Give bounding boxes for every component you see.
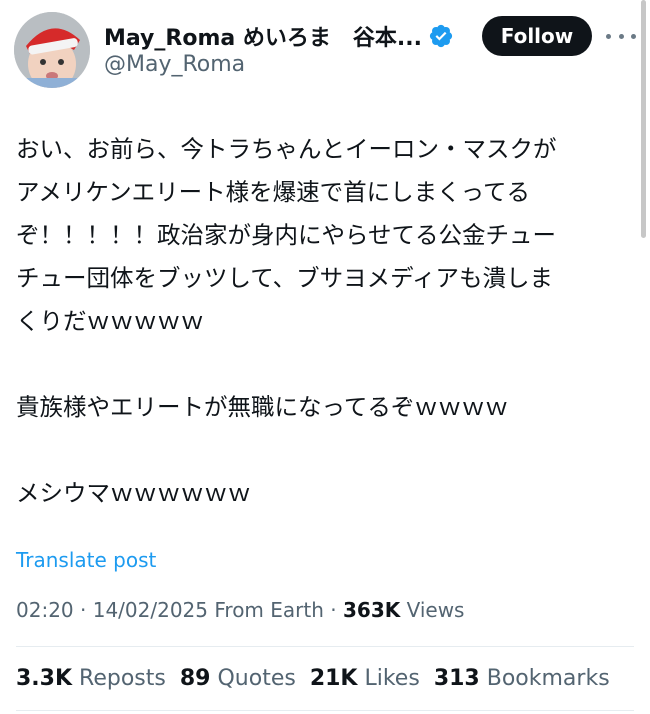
quotes-label: Quotes [217,666,296,691]
bookmarks-label: Bookmarks [486,666,610,691]
post-line: くりだｗｗｗｗｗ [16,307,204,335]
quotes-count: 89 [179,666,211,691]
post-line: ぞ！！！！！政治家が身内にやらせてる公金チュー [16,221,557,249]
post-line: アメリケンエリート様を爆速で首にしまくってる [16,178,530,206]
post-line-blank [16,429,634,472]
verified-badge-icon [429,24,453,48]
quotes-stat[interactable]: 89 Quotes [180,666,296,691]
post-line: おい、お前ら、今トラちゃんとイーロン・マスクが [16,135,557,163]
post-text: おい、お前ら、今トラちゃんとイーロン・マスクが アメリケンエリート様を爆速で首に… [16,128,634,515]
translate-post-link[interactable]: Translate post [16,548,156,572]
views-count: 363K [342,598,401,622]
reposts-stat[interactable]: 3.3K Reposts [16,666,166,691]
avatar[interactable] [14,12,90,88]
post-line: メシウマｗｗｗｗｗｗ [16,479,251,507]
divider [16,710,634,711]
author-name-row[interactable]: May_Roma めいろま 谷本... [104,20,454,52]
post-metadata: 02:20 · 14/02/2025 From Earth · 363K Vie… [16,598,465,622]
dot [606,33,611,39]
post-source: From Earth [214,598,324,622]
author-handle[interactable]: @May_Roma [104,52,245,77]
reposts-count: 3.3K [16,666,73,691]
dot [618,33,624,39]
author-name[interactable]: May_Roma めいろま 谷本... [104,20,422,52]
dot [631,33,636,39]
post-line: チュー団体をブッツして、ブサヨメディアも潰しま [16,264,553,292]
likes-count: 21K [309,666,358,691]
follow-button[interactable]: Follow [482,16,592,56]
views-label: Views [406,598,465,622]
likes-label: Likes [364,666,420,691]
bookmarks-count: 313 [433,666,480,691]
reposts-label: Reposts [79,666,166,691]
more-options-icon[interactable] [606,24,636,48]
post-date[interactable]: 14/02/2025 [93,598,208,622]
bookmarks-stat[interactable]: 313 Bookmarks [434,666,610,691]
post-time[interactable]: 02:20 [16,598,74,622]
likes-stat[interactable]: 21K Likes [310,666,420,691]
post-line-blank [16,343,634,386]
scrollbar[interactable] [641,0,646,238]
engagement-stats: 3.3K Reposts 89 Quotes 21K Likes 313 Boo… [16,666,610,691]
post-line: 貴族様やエリートが無職になってるぞｗｗｗｗ [16,393,509,421]
divider [16,646,634,647]
